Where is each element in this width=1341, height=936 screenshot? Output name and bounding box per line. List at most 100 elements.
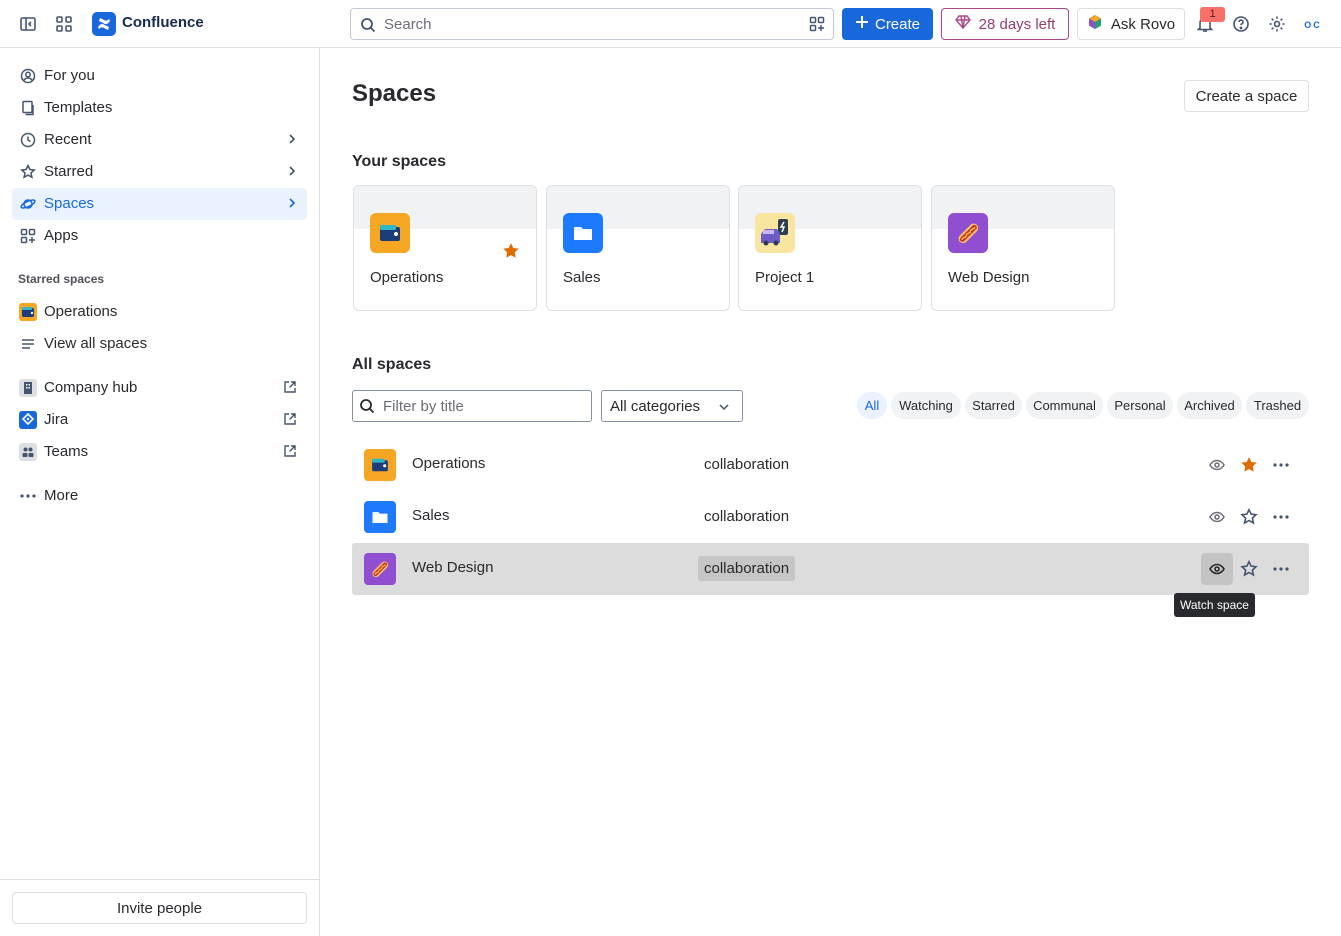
space-card-project-1[interactable]: Project 1 <box>738 185 922 311</box>
category-select-value: All categories <box>610 398 701 415</box>
sidebar-item-apps[interactable]: Apps <box>12 220 307 252</box>
space-card-name: Operations <box>370 269 444 286</box>
search-filter-icon[interactable] <box>809 16 825 35</box>
sidebar-toggle-icon[interactable] <box>16 12 40 36</box>
sidebar-item-label: Teams <box>44 443 89 460</box>
space-row-category[interactable]: collaboration <box>698 504 795 529</box>
more-actions-icon[interactable] <box>1265 553 1297 585</box>
apps-icon <box>19 227 37 245</box>
divider <box>0 879 319 880</box>
filter-chip-trashed[interactable]: Trashed <box>1246 392 1309 419</box>
filter-chip-watching[interactable]: Watching <box>891 392 961 419</box>
space-row-operations[interactable]: Operations collaboration <box>352 439 1309 491</box>
your-spaces-heading: Your spaces <box>352 153 446 170</box>
star-outline-icon[interactable] <box>1233 501 1265 533</box>
sidebar-item-label: Recent <box>44 131 92 148</box>
sidebar-item-label: Starred <box>44 163 94 180</box>
operations-space-icon <box>364 449 396 481</box>
space-row-name[interactable]: Operations <box>412 455 485 472</box>
planet-icon <box>19 195 37 213</box>
space-card-sales[interactable]: Sales <box>546 185 730 311</box>
category-select[interactable]: All categories <box>601 390 743 422</box>
user-avatar[interactable]: OC <box>1300 12 1326 38</box>
rovo-icon <box>1087 14 1103 34</box>
sidebar-item-label: Company hub <box>44 379 138 396</box>
invite-people-button[interactable]: Invite people <box>12 892 307 924</box>
more-actions-icon[interactable] <box>1265 449 1297 481</box>
filter-chip-communal[interactable]: Communal <box>1026 392 1103 419</box>
search-input[interactable]: Search <box>350 8 834 40</box>
external-link-icon[interactable] <box>283 380 297 397</box>
sidebar-item-label: Templates <box>44 99 113 116</box>
user-circle-icon <box>19 67 37 85</box>
sidebar-item-jira[interactable]: Jira <box>12 404 307 436</box>
space-row-category[interactable]: collaboration <box>698 556 796 581</box>
space-row-sales[interactable]: Sales collaboration <box>352 491 1309 543</box>
sidebar-item-starred[interactable]: Starred <box>12 156 307 188</box>
sidebar-item-more[interactable]: More <box>12 480 307 512</box>
all-spaces-heading: All spaces <box>352 356 432 373</box>
confluence-logo-icon[interactable] <box>92 12 116 36</box>
filter-chip-archived[interactable]: Archived <box>1177 392 1242 419</box>
teams-icon <box>19 443 37 461</box>
chevron-right-icon[interactable] <box>285 164 299 181</box>
space-row-name[interactable]: Web Design <box>412 559 493 576</box>
filter-chip-personal[interactable]: Personal <box>1107 392 1173 419</box>
chevron-down-icon <box>718 400 730 416</box>
settings-gear-icon[interactable] <box>1265 12 1289 36</box>
filter-chip-starred[interactable]: Starred <box>965 392 1022 419</box>
plus-icon <box>855 15 869 33</box>
app-name[interactable]: Confluence <box>122 14 204 31</box>
sidebar-item-teams[interactable]: Teams <box>12 436 307 468</box>
eye-icon[interactable] <box>1201 449 1233 481</box>
more-actions-icon[interactable] <box>1265 501 1297 533</box>
space-row-category[interactable]: collaboration <box>698 452 795 477</box>
search-placeholder: Search <box>384 16 432 33</box>
search-icon <box>360 17 376 36</box>
clock-icon <box>19 131 37 149</box>
notification-badge: 1 <box>1200 7 1225 22</box>
external-link-icon[interactable] <box>283 412 297 429</box>
space-row-web-design[interactable]: Web Design collaboration <box>352 543 1309 595</box>
space-card-name: Sales <box>563 269 601 286</box>
eye-icon[interactable] <box>1201 553 1233 585</box>
sidebar-item-spaces[interactable]: Spaces <box>12 188 307 220</box>
diamond-icon <box>954 14 971 34</box>
star-filled-icon[interactable] <box>1233 449 1265 481</box>
sidebar-item-label: Spaces <box>44 195 95 212</box>
filter-by-title-input[interactable]: Filter by title <box>352 390 592 422</box>
templates-icon <box>19 99 37 117</box>
sidebar-item-label: For you <box>44 67 95 84</box>
ask-rovo-button[interactable]: Ask Rovo <box>1077 8 1185 40</box>
sidebar-item-company-hub[interactable]: Company hub <box>12 372 307 404</box>
app-switcher-icon[interactable] <box>52 12 76 36</box>
space-card-web-design[interactable]: Web Design <box>931 185 1115 311</box>
list-icon <box>19 335 37 353</box>
rovo-label: Ask Rovo <box>1110 15 1176 33</box>
sidebar-item-recent[interactable]: Recent <box>12 124 307 156</box>
sidebar-item-operations-space[interactable]: Operations <box>12 296 307 328</box>
chevron-right-icon[interactable] <box>285 196 299 213</box>
car-charger-icon <box>755 213 795 253</box>
help-icon[interactable] <box>1229 12 1253 36</box>
trial-button[interactable]: 28 days left <box>941 8 1069 40</box>
operations-space-icon <box>370 213 410 253</box>
top-navigation: Confluence Search Create 28 days left As… <box>0 0 1341 48</box>
chevron-right-icon[interactable] <box>285 132 299 149</box>
filter-chip-all[interactable]: All <box>857 392 887 419</box>
create-button[interactable]: Create <box>842 8 933 40</box>
space-card-operations[interactable]: Operations <box>353 185 537 311</box>
sidebar-item-templates[interactable]: Templates <box>12 92 307 124</box>
star-filled-icon[interactable] <box>502 242 520 263</box>
sidebar-item-for-you[interactable]: For you <box>12 60 307 92</box>
external-link-icon[interactable] <box>283 444 297 461</box>
hotdog-icon <box>364 553 396 585</box>
watch-space-tooltip: Watch space <box>1174 593 1255 617</box>
space-row-name[interactable]: Sales <box>412 507 450 524</box>
space-card-name: Web Design <box>948 269 1030 286</box>
star-outline-icon[interactable] <box>1233 553 1265 585</box>
create-space-button[interactable]: Create a space <box>1184 80 1309 112</box>
jira-icon <box>19 411 37 429</box>
eye-icon[interactable] <box>1201 501 1233 533</box>
sidebar-item-view-all-spaces[interactable]: View all spaces <box>12 328 307 360</box>
